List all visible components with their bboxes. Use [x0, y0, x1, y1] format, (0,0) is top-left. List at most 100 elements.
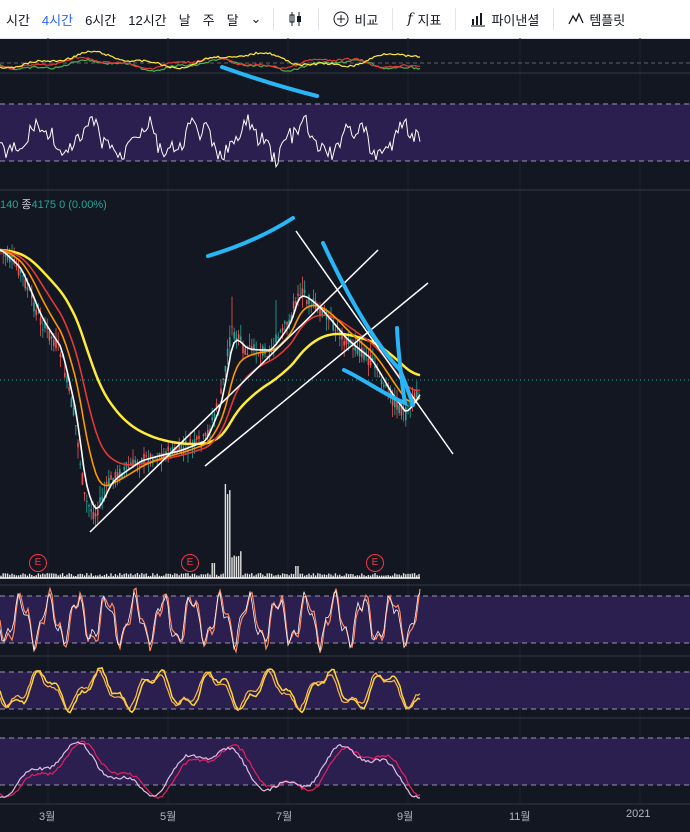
candle-body — [75, 425, 77, 427]
candle-body — [367, 358, 370, 365]
chart-type-button[interactable] — [280, 11, 312, 27]
candle-body — [339, 337, 341, 339]
chart-style-label: 파이낸셜 — [491, 12, 540, 28]
toolbar-divider — [318, 8, 320, 30]
candle-body — [220, 388, 222, 394]
candle-body — [77, 443, 79, 448]
candle-body — [114, 471, 117, 479]
volume-bar — [237, 555, 240, 578]
candle-body — [108, 477, 110, 486]
candle-body — [72, 407, 75, 416]
candle-body — [134, 460, 136, 464]
drawing-blue-rsi[interactable] — [220, 65, 319, 98]
timeframe-1h[interactable]: 시간 — [0, 10, 36, 29]
legend-close-label: 종 — [21, 199, 32, 211]
candle-body — [266, 355, 268, 357]
earnings-badge[interactable]: E — [366, 554, 384, 572]
candle-body — [22, 275, 24, 277]
candle-body — [81, 473, 84, 485]
volume-bar — [240, 551, 242, 578]
volume-bar — [297, 566, 299, 578]
indicators-button[interactable]: f 지표 — [399, 10, 449, 29]
timeframe-week[interactable]: 주 — [197, 10, 221, 29]
function-icon: f — [407, 11, 413, 27]
timeframe-dropdown-chevron-icon[interactable]: ⌄ — [245, 11, 268, 27]
legend-prefix: 140 — [0, 199, 19, 211]
earnings-badge[interactable]: E — [29, 554, 47, 572]
candle-body — [196, 436, 198, 440]
x-axis-label: 5월 — [160, 811, 177, 823]
price-legend: 140 종4175 0 (0.00%) — [0, 196, 107, 212]
candle-body — [48, 330, 51, 341]
candle-body — [94, 513, 97, 517]
timeframe-12h[interactable]: 12시간 — [122, 10, 172, 29]
candle-body — [26, 287, 29, 290]
compare-button[interactable]: 비교 — [325, 10, 386, 29]
time-axis[interactable]: 3월 5월 7월 9월 11월 2021 — [0, 806, 690, 832]
toolbar-divider — [273, 8, 275, 30]
toolbar-divider — [392, 8, 394, 30]
candle-body — [59, 354, 62, 358]
candle-body — [292, 301, 295, 309]
candle-body — [66, 376, 68, 383]
volume-bar — [295, 566, 297, 578]
candle-body — [297, 293, 299, 296]
candle-body — [101, 496, 103, 501]
candle-body — [68, 386, 70, 391]
templates-button[interactable]: 템플릿 — [560, 10, 633, 29]
chart-canvas[interactable] — [0, 38, 690, 832]
x-axis-label: 3월 — [39, 811, 56, 823]
rsi-pane — [0, 103, 690, 191]
drawing-blue-top[interactable] — [206, 216, 295, 258]
candle-body — [244, 348, 246, 355]
timeframe-4h[interactable]: 4시간 — [36, 10, 79, 29]
chart-style-button[interactable]: 파이낸셜 — [462, 10, 547, 29]
x-axis-label: 11월 — [509, 811, 531, 823]
drawing-blue-downtrend[interactable] — [321, 241, 415, 407]
candle-body — [301, 288, 304, 296]
candle-body — [279, 330, 282, 332]
candle-body — [378, 376, 381, 378]
x-axis-label: 9월 — [397, 811, 414, 823]
candle-body — [405, 406, 407, 421]
candle-body — [275, 334, 277, 343]
legend-close-value: 4175 — [31, 199, 57, 211]
moving-average-orange — [0, 249, 421, 487]
candle-body — [306, 300, 308, 304]
candles-icon — [289, 12, 302, 26]
candle-body — [299, 294, 301, 296]
trendline-resistance[interactable] — [295, 230, 454, 455]
candle-body — [213, 413, 216, 417]
oscillator-pane-top — [0, 50, 690, 74]
candle-body — [281, 327, 284, 331]
timeframe-day[interactable]: 날 — [173, 10, 197, 29]
candle-body — [70, 398, 73, 408]
candle-body — [64, 372, 66, 378]
candle-body — [35, 309, 37, 316]
candle-body — [138, 465, 141, 467]
candle-body — [224, 365, 227, 372]
timeframe-6h[interactable]: 6시간 — [79, 10, 122, 29]
candle-body — [202, 434, 205, 436]
volume-bar — [211, 563, 213, 578]
volume-bar — [231, 557, 233, 578]
candle-body — [198, 436, 200, 439]
candle-body — [79, 463, 81, 465]
timeframe-month[interactable]: 달 — [221, 10, 245, 29]
candle-body — [356, 348, 359, 355]
volume-bar — [233, 555, 235, 578]
earnings-badge[interactable]: E — [181, 554, 199, 572]
candlesticks — [0, 244, 420, 528]
volume-bar — [226, 494, 229, 578]
add-circle-icon — [333, 11, 349, 27]
trendline-support[interactable] — [89, 249, 379, 533]
candle-body — [90, 509, 92, 512]
candle-body — [222, 378, 224, 380]
candle-body — [352, 348, 354, 350]
candle-body — [286, 322, 288, 325]
candle-body — [240, 336, 242, 340]
x-axis-label: 2021 — [626, 808, 651, 820]
candle-body — [334, 329, 337, 331]
volume-bar — [235, 556, 238, 578]
candle-body — [380, 380, 383, 385]
